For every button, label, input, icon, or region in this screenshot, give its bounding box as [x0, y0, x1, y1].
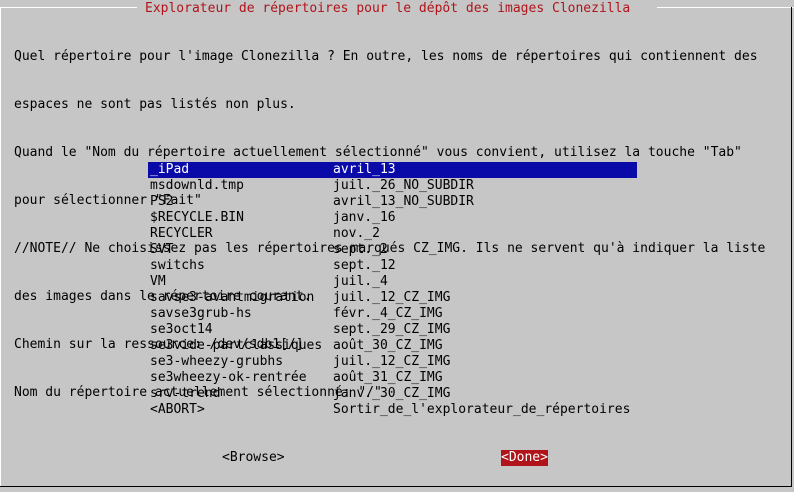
list-item-msdownld[interactable]: msdownld.tmp juil._26_NO_SUBDIR — [148, 178, 637, 194]
done-button[interactable]: <Done> — [501, 450, 548, 466]
list-item-ps2[interactable]: PS2 avril_13_NO_SUBDIR — [148, 194, 637, 210]
list-item-abort[interactable]: <ABORT> Sortir_de_l'explorateur_de_réper… — [148, 402, 637, 418]
list-item-switchs[interactable]: switchs sept._12 — [148, 258, 637, 274]
list-item-recycler[interactable]: RECYCLER nov._2 — [148, 226, 637, 242]
dialog-title: Explorateur de répertoires pour le dépôt… — [145, 1, 631, 16]
list-item-se3vide-partclassiques[interactable]: se3vide-partclassiques août_30_CZ_IMG — [148, 338, 637, 354]
list-item-name: switchs — [150, 258, 205, 273]
message-line: Quand le "Nom du répertoire actuellement… — [14, 145, 742, 160]
message-line: espaces ne sont pas listés non plus. — [14, 97, 296, 112]
list-item-info: janv._16 — [333, 210, 396, 225]
directory-list: _iPad avril_13 msdownld.tmp juil._26_NO_… — [148, 162, 637, 418]
list-item-recycle-bin[interactable]: $RECYCLE.BIN janv._16 — [148, 210, 637, 226]
list-item-name: <ABORT> — [150, 402, 205, 417]
list-item-name: se3vide-partclassiques — [150, 338, 323, 353]
list-item-name: se3oct14 — [150, 322, 213, 337]
dialog-border-bottom — [0, 486, 792, 487]
list-item-info: janv._30_CZ_IMG — [333, 386, 451, 401]
list-item-savse3-avantmigration[interactable]: savse3-avantmigration juil._12_CZ_IMG — [148, 290, 637, 306]
list-item-info: sept._2 — [333, 242, 388, 257]
list-item-info: Sortir_de_l'explorateur_de_répertoires — [333, 402, 631, 417]
list-item-ipad[interactable]: _iPad avril_13 — [148, 162, 637, 178]
list-item-name: savse3-avantmigration — [150, 290, 315, 305]
list-item-info: févr._4_CZ_IMG — [333, 306, 443, 321]
list-item-info: nov._2 — [333, 226, 380, 241]
list-item-name: msdownld.tmp — [150, 178, 244, 193]
list-item-name: savse3grub-hs — [150, 306, 252, 321]
list-item-name: RECYCLER — [150, 226, 213, 241]
list-item-name: se3-wheezy-grubhs — [150, 354, 284, 369]
list-item-info: avril_13_NO_SUBDIR — [333, 194, 474, 209]
list-item-info: juil._12_CZ_IMG — [333, 290, 451, 305]
directory-browser-dialog: Explorateur de répertoires pour le dépôt… — [0, 0, 794, 492]
list-item-se3wheezy-ok-rentree[interactable]: se3wheezy-ok-rentrée août_31_CZ_IMG — [148, 370, 637, 386]
list-item-svt[interactable]: SVT sept._2 — [148, 242, 637, 258]
list-item-name: SVT — [150, 242, 174, 257]
list-item-info: août_30_CZ_IMG — [333, 338, 443, 353]
list-item-info: sept._29_CZ_IMG — [333, 322, 451, 337]
dialog-border-left — [0, 7, 1, 486]
list-item-se3-wheezy-grubhs[interactable]: se3-wheezy-grubhs juil._12_CZ_IMG — [148, 354, 637, 370]
list-item-savse3grub-hs[interactable]: savse3grub-hs févr._4_CZ_IMG — [148, 306, 637, 322]
list-item-se3oct14[interactable]: se3oct14 sept._29_CZ_IMG — [148, 322, 637, 338]
dialog-border-top-left — [0, 7, 137, 8]
list-item-srv-trend[interactable]: srv-trend janv._30_CZ_IMG — [148, 386, 637, 402]
dialog-border-top-right — [657, 7, 794, 8]
list-item-info: sept._12 — [333, 258, 396, 273]
dialog-border-right — [791, 7, 792, 486]
list-item-info: août_31_CZ_IMG — [333, 370, 443, 385]
list-item-name: srv-trend — [150, 386, 221, 401]
list-item-name: se3wheezy-ok-rentrée — [150, 370, 307, 385]
list-item-vm[interactable]: VM juil._4 — [148, 274, 637, 290]
list-item-name: _iPad — [150, 162, 190, 177]
list-item-info: juil._4 — [333, 274, 388, 289]
list-item-name: $RECYCLE.BIN — [150, 210, 244, 225]
list-item-info: juil._26_NO_SUBDIR — [333, 178, 474, 193]
browse-button[interactable]: <Browse> — [222, 450, 285, 466]
message-line: Quel répertoire pour l'image Clonezilla … — [14, 49, 758, 64]
list-item-name: VM — [150, 274, 166, 289]
list-item-name: PS2 — [150, 194, 174, 209]
list-item-info: juil._12_CZ_IMG — [333, 354, 451, 369]
list-item-info: avril_13 — [333, 162, 396, 177]
